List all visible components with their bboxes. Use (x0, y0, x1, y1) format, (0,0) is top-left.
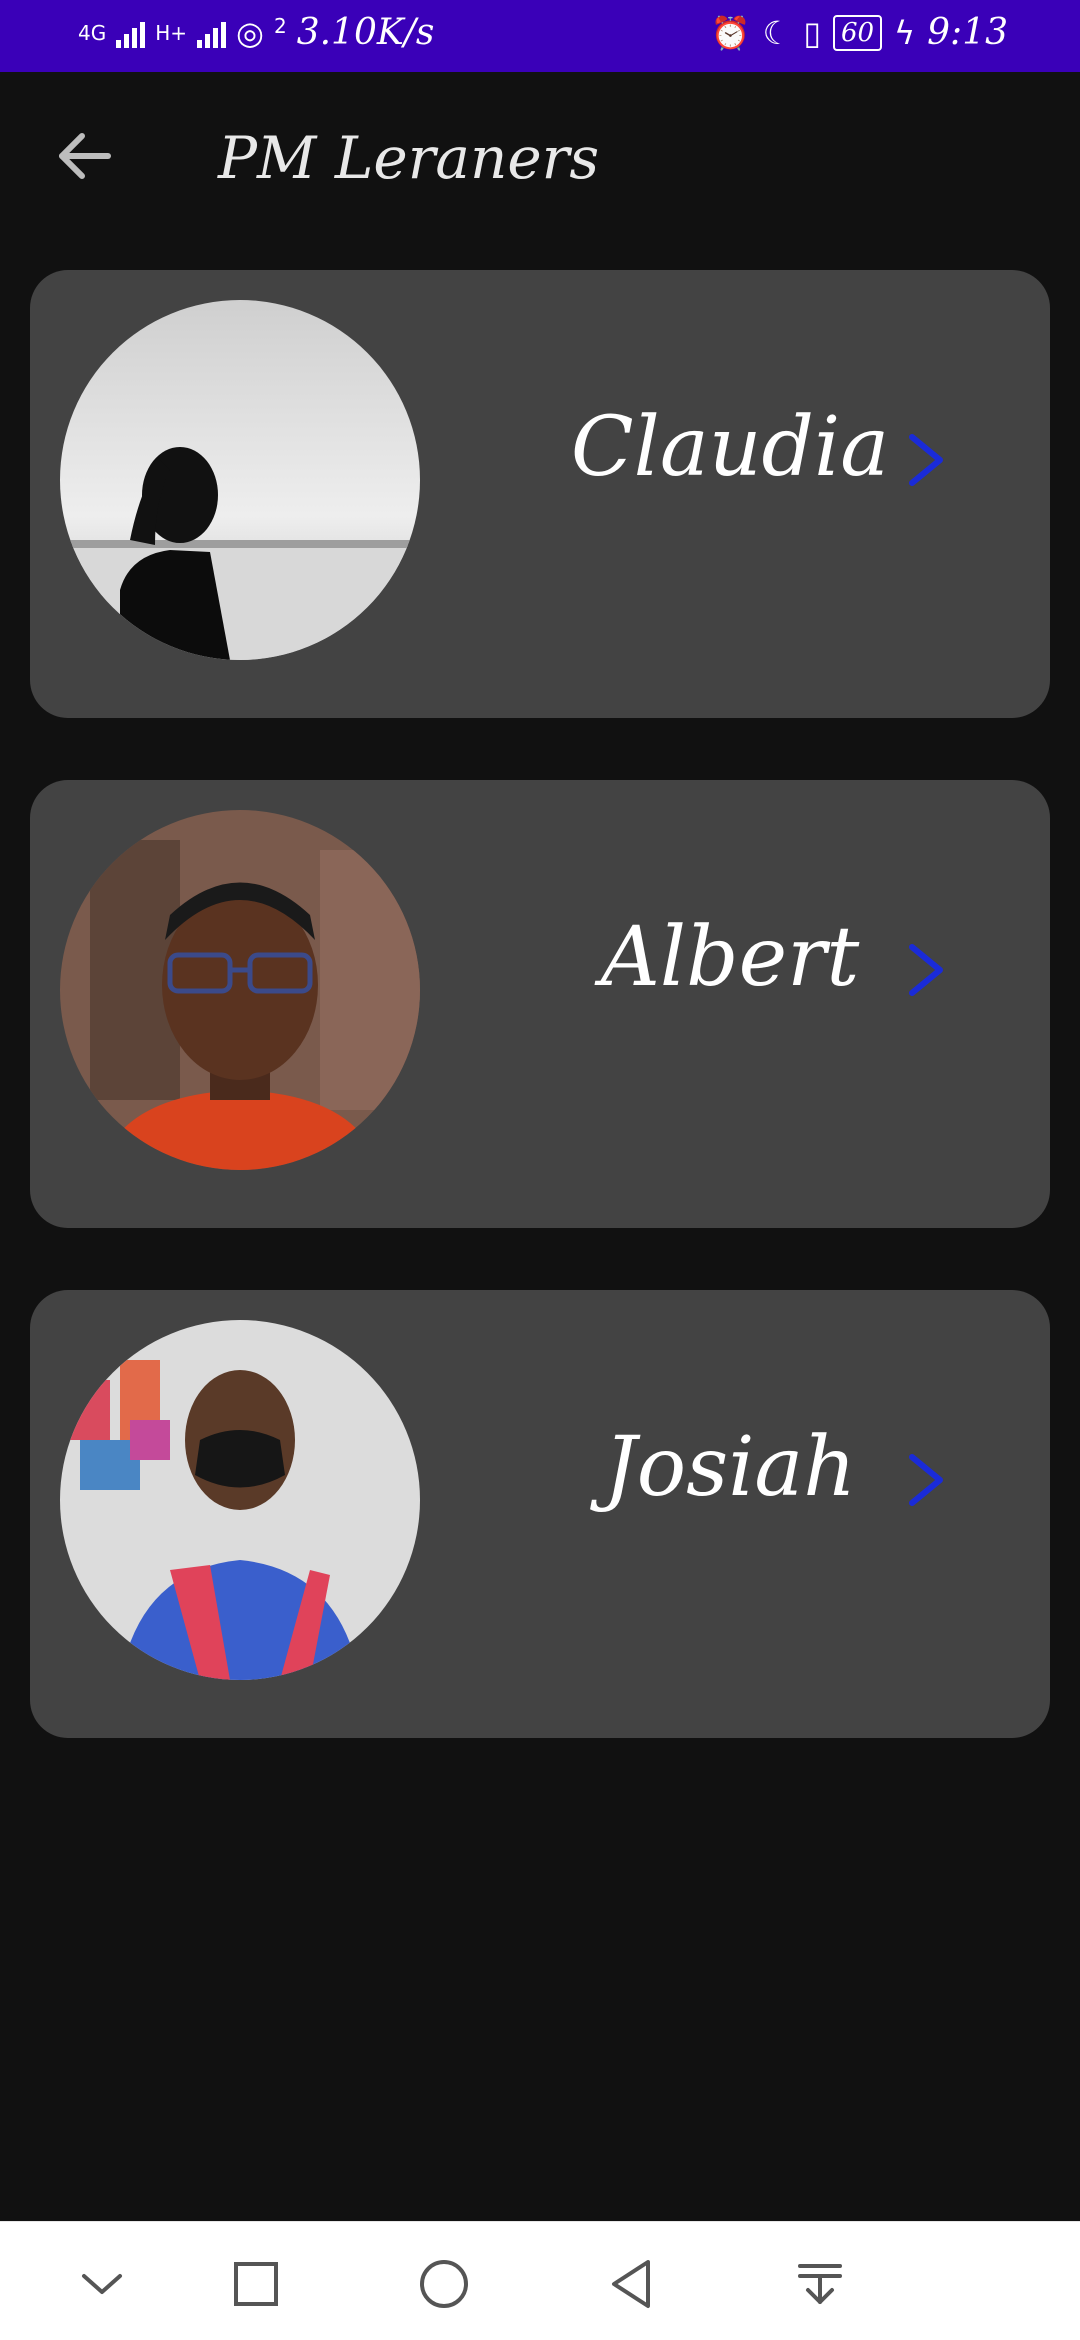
clock: 9:13 (927, 12, 1008, 53)
network-4g-label: 4G (78, 20, 107, 45)
page-title: PM Leraners (218, 124, 600, 192)
signal-strength-icon-2 (197, 18, 227, 48)
arrow-left-icon (59, 133, 111, 179)
network-hplus-label: H+ (155, 20, 188, 45)
chevron-down-icon (82, 2274, 122, 2294)
vibrate-icon: ▯ (803, 13, 821, 52)
moon-icon: ☾ (762, 13, 792, 52)
signal-strength-icon (116, 18, 146, 48)
learner-name: Albert (600, 910, 860, 1005)
chevron-right-icon[interactable] (902, 935, 952, 1005)
system-nav-bar (0, 2221, 1080, 2340)
triangle-back-icon (612, 2260, 650, 2308)
learner-name: Josiah (603, 1420, 857, 1515)
circle-home-icon (420, 2260, 468, 2308)
status-bar: 4G H+ ◎ 2 3.10K/s ⏰ ☾ ▯ 60 ϟ 9:13 (0, 0, 1080, 72)
learner-name: Claudia (570, 400, 890, 495)
status-left: 4G H+ ◎ 2 3.10K/s (78, 12, 434, 53)
network-speed: 3.10K/s (296, 12, 435, 53)
status-right: ⏰ ☾ ▯ 60 ϟ 9:13 (711, 12, 1008, 53)
learner-card-albert[interactable]: Albert (30, 780, 1050, 1228)
nav-collapse-button[interactable] (74, 2256, 130, 2312)
hotspot-icon: ◎ (236, 13, 264, 52)
nav-recents-button[interactable] (228, 2256, 284, 2312)
avatar (60, 810, 420, 1170)
notification-pull-icon (798, 2264, 842, 2304)
nav-home-button[interactable] (416, 2256, 472, 2312)
avatar (60, 300, 420, 660)
avatar (60, 1320, 420, 1680)
app-bar: PM Leraners (0, 72, 1080, 242)
chevron-right-icon[interactable] (902, 425, 952, 495)
nav-notification-button[interactable] (792, 2256, 848, 2312)
back-button[interactable] (52, 124, 116, 188)
nav-back-button[interactable] (604, 2256, 660, 2312)
charging-icon: ϟ (894, 13, 916, 52)
chevron-right-icon[interactable] (902, 1445, 952, 1515)
learner-card-josiah[interactable]: Josiah (30, 1290, 1050, 1738)
square-icon (234, 2262, 278, 2306)
battery-icon: 60 (832, 14, 883, 51)
learner-card-claudia[interactable]: Claudia (30, 270, 1050, 718)
alarm-icon: ⏰ (710, 13, 751, 52)
hotspot-count: 2 (273, 13, 287, 38)
